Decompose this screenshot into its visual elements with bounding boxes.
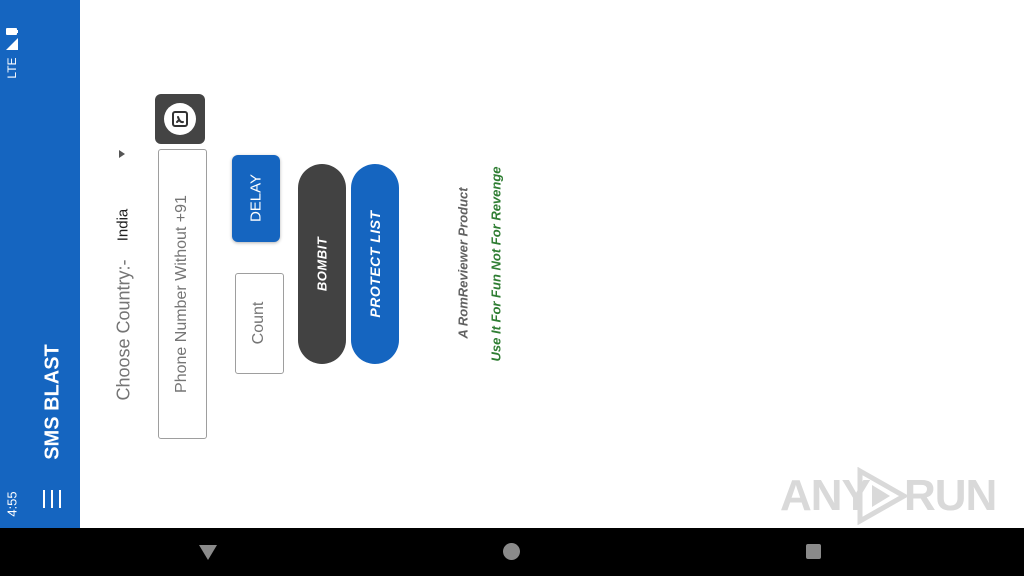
count-input[interactable]: Count: [235, 273, 284, 374]
status-time: 4:55: [4, 491, 20, 517]
signal-icon: [6, 38, 18, 50]
dropdown-arrow-icon[interactable]: [119, 150, 125, 158]
phone-placeholder: Phone Number Without +91: [173, 195, 190, 393]
anyrun-watermark: ANY RUN: [780, 465, 997, 525]
status-network: LTE: [5, 57, 19, 79]
recent-apps-icon[interactable]: [806, 544, 821, 559]
delay-button[interactable]: DELAY: [232, 155, 280, 242]
bombit-label: BOMBIT: [314, 236, 330, 292]
play-logo-icon: [857, 467, 910, 525]
home-icon[interactable]: [503, 543, 520, 560]
hamburger-menu-icon[interactable]: [43, 490, 61, 508]
delay-label: DELAY: [247, 173, 265, 223]
country-spinner-value[interactable]: India: [115, 209, 132, 242]
tagline: Use It For Fun Not For Revenge: [488, 166, 504, 362]
country-label: Choose Country:-: [113, 259, 134, 401]
protect-list-button[interactable]: PROTECT LIST: [351, 164, 399, 364]
contact-picker-button[interactable]: [155, 94, 205, 144]
protect-list-label: PROTECT LIST: [367, 210, 383, 318]
count-placeholder: Count: [250, 301, 267, 345]
battery-icon: [6, 28, 18, 35]
bombit-button[interactable]: BOMBIT: [298, 164, 346, 364]
contact-book-icon: [172, 111, 188, 127]
watermark-text-right: RUN: [904, 471, 997, 520]
product-credit: A RomReviewer Product: [455, 187, 471, 339]
app-title: SMS BLAST: [41, 344, 64, 460]
navigation-bar: [0, 528, 1024, 576]
app-bar: 4:55 LTE SMS BLAST: [0, 0, 80, 528]
back-icon[interactable]: [199, 545, 217, 560]
phone-number-input[interactable]: Phone Number Without +91: [158, 149, 207, 439]
